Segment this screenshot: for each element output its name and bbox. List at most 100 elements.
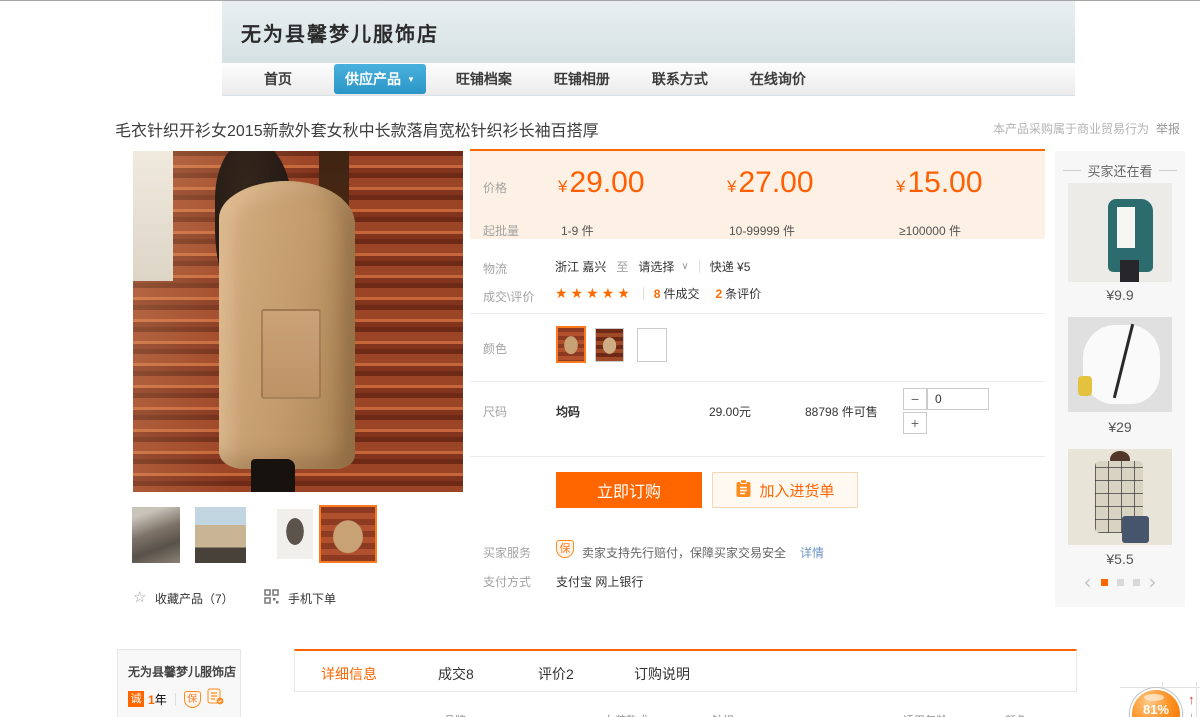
buyer-service-text: 卖家支持先行赔付，保障买家交易安全 (582, 544, 786, 561)
chevron-down-icon[interactable]: ∨ (681, 261, 688, 272)
carousel-dot-1[interactable] (1101, 579, 1108, 586)
add-to-cart-label: 加入进货单 (759, 480, 834, 501)
carousel-next-icon[interactable]: › (1149, 575, 1157, 589)
quantity-input[interactable] (927, 388, 989, 410)
shield-icon: 保 (556, 540, 574, 558)
color-swatch-3[interactable] (637, 328, 667, 362)
years-suffix: 年 (155, 693, 167, 707)
detail-tab-bar: 详细信息 成交8 评价2 订购说明 (294, 649, 1077, 692)
review-count-link[interactable]: 2 (715, 287, 722, 301)
related-1-pants (1120, 260, 1139, 282)
thumbnail-3[interactable] (277, 509, 313, 559)
price-value-3: 15.00 (907, 166, 982, 200)
caret-down-icon: ▼ (407, 75, 415, 84)
carousel-dot-2[interactable] (1117, 579, 1124, 586)
photo-coat-pocket (261, 309, 321, 399)
divider (175, 693, 176, 706)
store-card-name[interactable]: 无为县馨梦儿服饰店 (128, 663, 236, 680)
express-fee: 快递 ¥5 (710, 258, 751, 275)
destination-select[interactable]: 请选择 (638, 258, 674, 275)
related-product-1-image[interactable] (1068, 183, 1172, 282)
clipped-detail-text: 适用年龄 (903, 712, 947, 717)
product-title: 毛衣针织开衫女2015新款外套女秋中长款落肩宽松针织衫长袖百搭厚 (115, 117, 599, 141)
currency-symbol: ¥ (727, 177, 736, 197)
divider (470, 381, 1045, 382)
logistics-to: 至 (616, 258, 628, 275)
price-value-2: 27.00 (738, 166, 813, 200)
trade-note: 本产品采购属于商业贸易行为 (993, 120, 1149, 137)
scroll-up-arrow-icon[interactable]: ↑ (1188, 692, 1195, 707)
nav-home[interactable]: 首页 (264, 69, 292, 89)
quantity-plus-button[interactable]: + (903, 412, 927, 434)
thumbnail-4-selected[interactable] (319, 505, 377, 563)
sidebar-carousel: ‹ › (1055, 575, 1185, 589)
favorite-star-icon[interactable]: ☆ (133, 588, 146, 606)
review-suffix: 条评价 (725, 285, 761, 302)
currency-symbol: ¥ (558, 177, 567, 197)
photo-model-legs (251, 459, 295, 492)
years-number: 1 (148, 693, 155, 707)
moq-tier-2: 10-99999 件 (729, 222, 795, 239)
scroll-percent-badge[interactable]: 81% (1130, 688, 1182, 717)
carousel-dot-3[interactable] (1133, 579, 1140, 586)
divider (699, 260, 700, 273)
size-unit-price: 29.00元 (709, 403, 751, 420)
price-tier-1: ¥ 29.00 (558, 166, 645, 200)
store-banner: 无为县馨梦儿服饰店 (222, 1, 1075, 63)
report-link[interactable]: 举报 (1156, 120, 1180, 137)
clipped-detail-text: 女装款式 (604, 712, 648, 717)
product-main-image[interactable] (133, 151, 463, 492)
scroll-down-arrow-icon[interactable]: ↓ (1188, 709, 1195, 717)
moq-tier-3: ≥100000 件 (899, 222, 961, 239)
related-2-object (1078, 376, 1092, 396)
order-now-button[interactable]: 立即订购 (556, 472, 702, 508)
logistics-origin: 浙江 嘉兴 (555, 258, 606, 275)
tab-order-notes[interactable]: 订购说明 (634, 664, 690, 684)
add-to-cart-button[interactable]: 加入进货单 (712, 472, 858, 508)
carousel-prev-icon[interactable]: ‹ (1084, 575, 1092, 589)
mobile-order-label[interactable]: 手机下单 (288, 590, 336, 607)
integrity-badge-icon: 诚 (128, 691, 144, 707)
divider (470, 313, 1045, 314)
clipped-detail-text: 品牌 (444, 712, 466, 717)
store-navbar: 首页 供应产品 ▼ 旺铺档案 旺铺相册 联系方式 在线询价 (222, 63, 1075, 96)
tab-deals[interactable]: 成交8 (438, 664, 474, 684)
color-label: 颜色 (483, 340, 507, 357)
nav-products[interactable]: 供应产品 ▼ (334, 64, 426, 94)
buyer-service-label: 买家服务 (483, 544, 531, 561)
nav-album[interactable]: 旺铺相册 (554, 69, 610, 89)
thumbnail-2[interactable] (195, 507, 246, 563)
color-swatch-2[interactable] (595, 328, 624, 362)
size-value: 均码 (556, 403, 580, 420)
divider (1196, 682, 1197, 717)
shield-icon: 保 (184, 691, 201, 708)
related-product-3-price: ¥5.5 (1055, 551, 1185, 567)
tab-reviews[interactable]: 评价2 (538, 664, 574, 684)
logistics-row: 浙江 嘉兴 至 请选择 ∨ 快递 ¥5 (555, 258, 750, 275)
nav-archive[interactable]: 旺铺档案 (456, 69, 512, 89)
related-1-top (1117, 207, 1135, 249)
store-card-badges: 诚 1年 保 (128, 688, 224, 710)
price-tier-3: ¥ 15.00 (896, 166, 983, 200)
favorite-label[interactable]: 收藏产品（7） (155, 590, 234, 607)
tab-detail-info[interactable]: 详细信息 (321, 664, 377, 684)
qr-code-icon[interactable] (264, 589, 279, 609)
related-product-2-image[interactable] (1068, 317, 1172, 412)
price-label: 价格 (483, 179, 507, 196)
deal-count-link[interactable]: 8 (654, 287, 661, 301)
quantity-minus-button[interactable]: − (903, 388, 927, 410)
nav-inquiry[interactable]: 在线询价 (750, 69, 806, 89)
stock-available: 88798 件可售 (805, 403, 878, 420)
deal-rating-row: ★★★★★ 8 件成交 2 条评价 (555, 285, 761, 302)
nav-products-label: 供应产品 (345, 69, 401, 89)
page: 无为县馨梦儿服饰店 首页 供应产品 ▼ 旺铺档案 旺铺相册 联系方式 在线询价 … (0, 0, 1200, 717)
nav-contact[interactable]: 联系方式 (652, 69, 708, 89)
service-detail-link[interactable]: 详情 (800, 544, 824, 561)
payment-label: 支付方式 (483, 573, 531, 590)
deal-rating-label: 成交\评价 (483, 288, 534, 305)
thumbnail-1[interactable] (132, 507, 180, 563)
clipped-detail-text: 针织 (712, 712, 734, 717)
color-swatch-1-selected[interactable] (556, 326, 586, 363)
clipboard-icon (735, 479, 752, 502)
related-product-3-image[interactable] (1068, 449, 1172, 545)
